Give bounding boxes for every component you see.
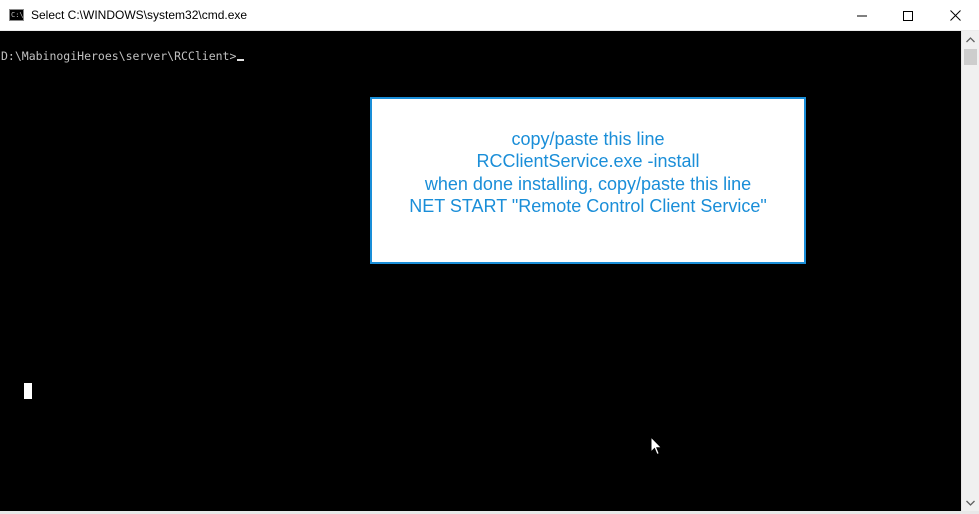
title-bar[interactable]: C:\ Select C:\WINDOWS\system32\cmd.exe: [0, 0, 979, 31]
scroll-down-button[interactable]: [962, 494, 979, 511]
instruction-line-3: when done installing, copy/paste this li…: [424, 173, 752, 194]
cmd-window: C:\ Select C:\WINDOWS\system32\cmd.exe D…: [0, 0, 979, 514]
command-prompt-line[interactable]: D:\MabinogiHeroes\server\RCClient>: [1, 49, 245, 64]
mouse-pointer-icon: [650, 436, 663, 456]
minimize-button[interactable]: [839, 0, 885, 31]
scroll-up-arrow-icon: [966, 36, 975, 42]
instruction-line-1: copy/paste this line: [511, 128, 665, 149]
instruction-line-2: RCClientService.exe -install: [476, 151, 700, 171]
console-area[interactable]: D:\MabinogiHeroes\server\RCClient> copy/…: [0, 31, 961, 511]
scroll-thumb[interactable]: [964, 49, 977, 65]
maximize-icon: [903, 10, 913, 21]
selection-block-cursor: [24, 383, 32, 399]
text-cursor: [237, 59, 245, 61]
minimize-icon: [857, 15, 867, 16]
close-icon: [949, 10, 961, 21]
cmd-icon[interactable]: C:\: [9, 9, 24, 21]
prompt-text: D:\MabinogiHeroes\server\RCClient>: [1, 49, 237, 63]
cmd-icon-label: C:\: [11, 11, 24, 19]
instruction-overlay: copy/paste this line RCClientService.exe…: [370, 97, 806, 264]
window-title: Select C:\WINDOWS\system32\cmd.exe: [31, 8, 248, 22]
instruction-line-4: NET START "Remote Control Client Service…: [409, 196, 767, 216]
close-button[interactable]: [931, 0, 979, 31]
vertical-scrollbar[interactable]: [961, 31, 979, 511]
scroll-down-arrow-icon: [966, 500, 975, 506]
scroll-up-button[interactable]: [962, 31, 979, 48]
maximize-button[interactable]: [885, 0, 931, 31]
